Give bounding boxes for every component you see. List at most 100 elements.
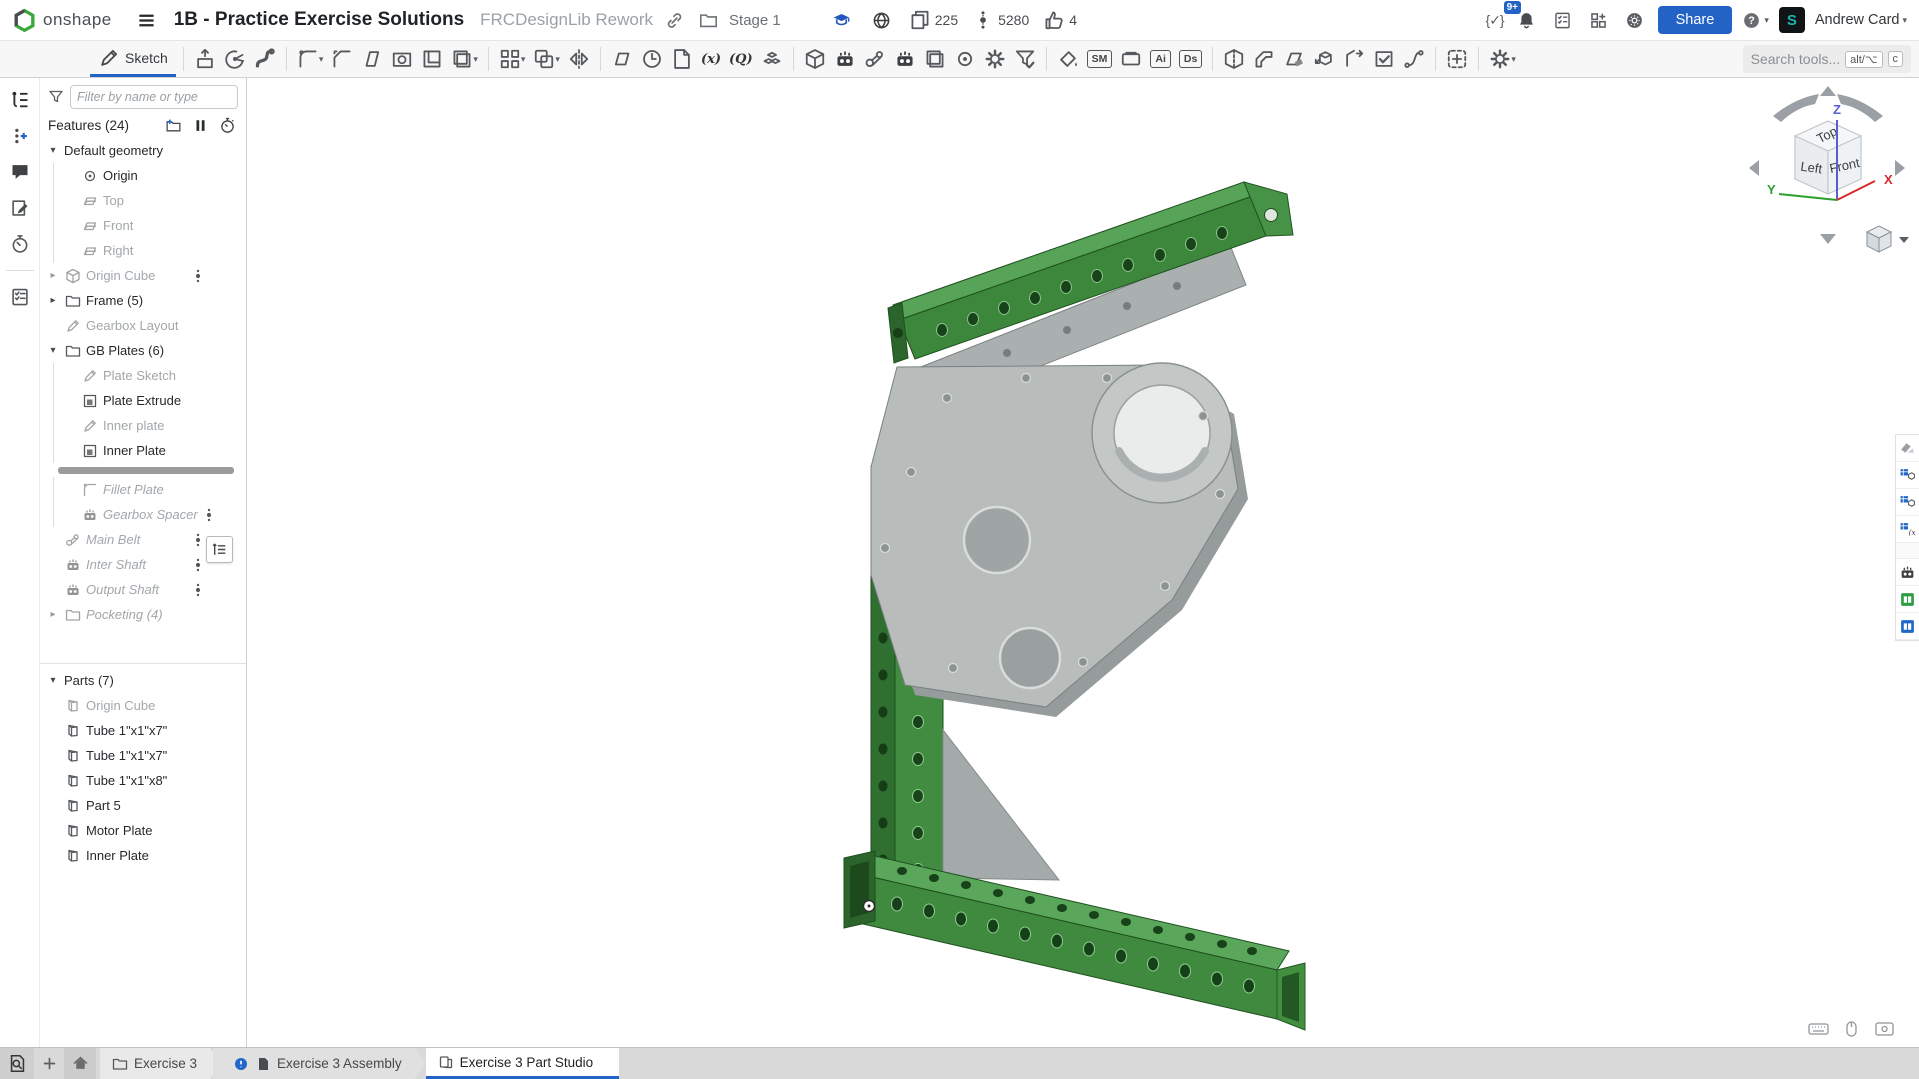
draft-button[interactable] [358,46,386,72]
sweep-button[interactable] [251,46,279,72]
touch-hint-icon[interactable] [1874,1021,1895,1037]
feature-row[interactable]: Plate Extrude [40,388,246,413]
feature-row[interactable]: ▸Origin Cube [40,263,246,288]
part-row[interactable]: Part 5 [40,793,246,818]
chevron-right-icon[interactable]: ▸ [47,270,59,281]
part-row[interactable]: Motor Plate [40,818,246,843]
checklist-panel-button[interactable] [10,287,30,307]
mirror-button[interactable] [565,46,593,72]
notifications-bell-icon[interactable]: 9+ [1514,7,1540,33]
avatar[interactable]: S [1779,7,1805,33]
bom-table-button[interactable] [1896,462,1919,489]
appearance-panel-button[interactable] [1896,435,1919,462]
feature-row[interactable]: ▸Pocketing (4) [40,602,246,627]
document-tab-exercise-3[interactable]: Exercise 3 [100,1048,221,1079]
linear-pattern-button[interactable]: ▾ [496,46,529,72]
chevron-right-icon[interactable]: ▸ [47,609,59,620]
feature-row[interactable]: Inner Plate [40,438,246,463]
feature-row[interactable]: Output Shaft [40,577,246,602]
delete-face-button[interactable] [1280,46,1308,72]
fillet-button[interactable]: ▾ [294,46,327,72]
display-options-button[interactable]: ▾ [1486,46,1519,72]
thicken-button[interactable]: ▾ [448,46,481,72]
filter-input[interactable] [70,85,238,109]
rollback-bar[interactable] [40,463,246,477]
extract-button[interactable] [1310,46,1338,72]
new-tab-button[interactable] [34,1048,64,1079]
feature-row[interactable]: Inner plate [40,413,246,438]
drag-handle-icon[interactable] [192,582,204,598]
chevron-down-icon[interactable]: ▾ [47,345,59,356]
feature-row[interactable]: ▸Frame (5) [40,288,246,313]
tasks-icon[interactable] [1550,7,1576,33]
keyboard-hint-icon[interactable] [1808,1021,1829,1037]
custom-feature-shaft-button[interactable] [891,46,919,72]
versions-panel-button[interactable] [10,126,30,146]
feature-manager-panel-button[interactable] [10,90,30,110]
assistant-icon[interactable] [1622,7,1648,33]
variables-table-button[interactable]: (x) [1896,516,1919,543]
sheet-metal-button[interactable]: SM [1084,48,1116,70]
feature-row[interactable]: Gearbox Spacer [40,502,246,527]
shell-button[interactable] [418,46,446,72]
part-gearbox-plate[interactable] [871,363,1248,717]
chevron-down-icon[interactable]: ▾ [47,145,59,156]
extrude-button[interactable] [191,46,219,72]
add-folder-icon[interactable] [165,117,182,134]
design-studio-button[interactable]: Ds [1176,48,1205,70]
feature-row[interactable]: Plate Sketch [40,363,246,388]
part-row[interactable]: Origin Cube [40,693,246,718]
feature-row[interactable]: Gearbox Layout [40,313,246,338]
composite-part-button[interactable] [758,46,786,72]
part-cube-button[interactable] [801,46,829,72]
flange-button[interactable] [1250,46,1278,72]
drag-handle-icon[interactable] [192,268,204,284]
split-button[interactable] [1220,46,1248,72]
suspend-rollback-icon[interactable] [192,117,209,134]
apps-grid-icon[interactable] [1586,7,1612,33]
origin-marker[interactable] [864,901,875,912]
featurescript-check-icon[interactable]: {✓} [1486,12,1504,29]
link-icon[interactable] [661,7,687,33]
variable-button[interactable]: (x) [698,50,724,69]
feature-row[interactable]: Right [40,238,246,263]
move-face-button[interactable] [1340,46,1368,72]
share-button[interactable]: Share [1658,6,1733,34]
home-tab-button[interactable] [64,1048,96,1079]
route-button[interactable] [1400,46,1428,72]
document-tab-exercise-3-part-studio[interactable]: Exercise 3 Part Studio [426,1048,620,1079]
nameplate-button[interactable] [1117,46,1145,72]
document-tab-exercise-3-assembly[interactable]: Exercise 3 Assembly [213,1048,426,1079]
custom-feature-gearbox-button[interactable] [831,46,859,72]
revolve-button[interactable] [221,46,249,72]
part-row[interactable]: Tube 1"x1"x7" [40,718,246,743]
validate-button[interactable] [1370,46,1398,72]
search-tools[interactable]: Search tools... alt/⌥ c [1743,45,1911,73]
config-table-button[interactable] [1896,489,1919,516]
drag-handle-icon[interactable] [192,532,204,548]
notes-panel-button[interactable] [10,198,30,218]
rollback-context-button[interactable] [206,536,233,563]
drag-handle-icon[interactable] [192,557,204,573]
mouse-hint-icon[interactable] [1841,1021,1862,1037]
likes-count[interactable]: 4 [1043,9,1077,31]
feature-row[interactable]: Fillet Plate [40,477,246,502]
part-gusset[interactable] [943,730,1059,880]
import-derived-button[interactable] [668,46,696,72]
helix-button[interactable] [638,46,666,72]
feature-row[interactable]: Front [40,213,246,238]
user-menu[interactable]: Andrew Card ▾ [1815,12,1907,28]
library-blue-button[interactable] [1896,613,1919,640]
search-tabs-icon[interactable] [0,1048,34,1079]
menu-icon[interactable] [134,7,160,33]
part-tube-bottom[interactable] [844,851,1305,1030]
feature-filter-button[interactable] [1011,46,1039,72]
feature-row[interactable]: ▾Default geometry [40,138,246,163]
help-menu[interactable]: ? ▾ [1742,11,1769,30]
part-row[interactable]: Tube 1"x1"x7" [40,743,246,768]
feature-row[interactable]: Top [40,188,246,213]
performance-panel-button[interactable] [10,234,30,254]
ai-tool-button[interactable]: Ai [1147,48,1174,70]
onshape-logo[interactable]: onshape [12,8,112,33]
drag-handle-icon[interactable] [203,507,215,523]
